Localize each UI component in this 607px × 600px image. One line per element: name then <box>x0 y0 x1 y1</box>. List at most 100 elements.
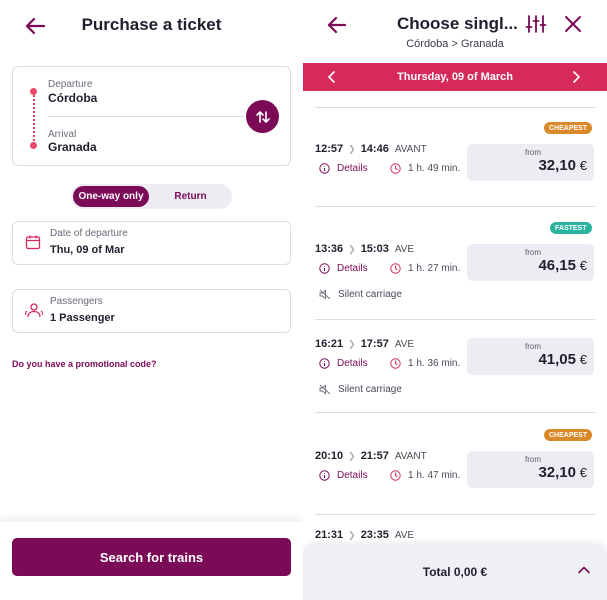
silent-label: Silent carriage <box>338 384 402 395</box>
arrive-time: 23:35 <box>360 529 389 541</box>
purchase-panel: Purchase a ticket Departure Córdoba Arri… <box>0 0 303 600</box>
trip-times: 16:21 ❯ 17:57 AVE <box>315 338 414 350</box>
details-link[interactable]: Details <box>319 470 368 481</box>
arrow-icon: ❯ <box>348 144 356 154</box>
arrow-icon: ❯ <box>348 451 356 461</box>
currency: € <box>579 465 587 480</box>
duration-value: 1 h. 49 min. <box>408 163 461 174</box>
clock-icon <box>390 263 401 274</box>
passengers-icon <box>25 303 43 318</box>
price-button[interactable]: from 32,10 € <box>467 144 594 181</box>
duration-value: 1 h. 47 min. <box>408 470 461 481</box>
duration: 1 h. 27 min. <box>390 263 460 274</box>
arrive-time: 17:57 <box>360 338 389 350</box>
silent-carriage: Silent carriage <box>319 384 402 395</box>
search-trains-button[interactable]: Search for trains <box>12 538 291 576</box>
clock-icon <box>390 163 401 174</box>
depart-time: 13:36 <box>315 243 344 255</box>
train-type: AVANT <box>394 144 427 155</box>
price-button[interactable]: from 41,05 € <box>467 338 594 375</box>
list-divider <box>315 514 595 515</box>
swap-stations-button[interactable] <box>246 100 279 133</box>
price-value: 32,10 <box>538 157 576 174</box>
total-bar[interactable]: Total 0,00 € <box>303 544 607 600</box>
date-value: Thu, 09 of Mar <box>50 244 125 256</box>
depart-time: 20:10 <box>315 450 344 462</box>
trip-times: 13:36 ❯ 15:03 AVE <box>315 243 414 255</box>
details-link[interactable]: Details <box>319 163 368 174</box>
header: Purchase a ticket <box>0 0 303 52</box>
arrow-icon: ❯ <box>348 530 356 540</box>
from-label: from <box>525 248 541 257</box>
close-icon[interactable] <box>563 14 583 34</box>
train-type: AVE <box>394 530 415 541</box>
currency: € <box>579 158 587 173</box>
price-value: 46,15 <box>538 257 576 274</box>
train-type: AVANT <box>394 451 427 462</box>
price-button[interactable]: from 46,15 € <box>467 244 594 281</box>
filter-icon[interactable] <box>525 14 547 34</box>
depart-time: 12:57 <box>315 143 344 155</box>
departure-field[interactable]: Córdoba <box>48 91 97 105</box>
date-of-departure-field[interactable]: Date of departure Thu, 09 of Mar <box>12 221 291 265</box>
details-label: Details <box>337 358 368 369</box>
cheapest-badge: CHEAPEST <box>544 122 593 134</box>
details-link[interactable]: Details <box>319 263 368 274</box>
arrival-field[interactable]: Granada <box>48 140 97 154</box>
currency: € <box>579 258 587 273</box>
results-panel: Choose singl... Córdoba > Granada Thursd… <box>303 0 607 600</box>
info-icon <box>319 470 330 481</box>
depart-time: 16:21 <box>315 338 344 350</box>
passengers-field[interactable]: Passengers 1 Passenger <box>12 289 291 333</box>
duration-value: 1 h. 27 min. <box>408 263 461 274</box>
from-label: from <box>525 148 541 157</box>
chevron-up-icon[interactable] <box>578 565 590 575</box>
departure-dot <box>30 88 37 95</box>
departure-label: Departure <box>48 79 93 90</box>
passengers-value: 1 Passenger <box>50 312 115 324</box>
arrival-dot <box>30 142 37 149</box>
silent-label: Silent carriage <box>338 289 402 300</box>
page-title: Choose singl... <box>397 14 518 33</box>
calendar-icon <box>25 235 41 250</box>
details-label: Details <box>337 470 368 481</box>
back-arrow-icon[interactable] <box>325 14 349 36</box>
fastest-badge: FASTEST <box>550 222 592 234</box>
route-subtitle: Córdoba > Granada <box>406 38 504 50</box>
divider <box>48 116 244 117</box>
date-selector-bar: Thursday, 09 of March <box>303 63 607 91</box>
depart-time: 21:31 <box>315 529 344 541</box>
currency: € <box>579 352 587 367</box>
chevron-right-icon[interactable] <box>571 71 581 83</box>
silent-carriage: Silent carriage <box>319 289 402 300</box>
trip-times: 20:10 ❯ 21:57 AVANT <box>315 450 427 462</box>
return-option[interactable]: Return <box>151 186 230 207</box>
details-label: Details <box>337 263 368 274</box>
info-icon <box>319 263 330 274</box>
selected-date: Thursday, 09 of March <box>397 71 513 83</box>
mute-icon <box>319 289 331 300</box>
duration: 1 h. 49 min. <box>390 163 460 174</box>
arrive-time: 15:03 <box>360 243 389 255</box>
price-value: 41,05 <box>538 351 576 368</box>
promo-code-link[interactable]: Do you have a promotional code? <box>12 359 157 369</box>
details-link[interactable]: Details <box>319 358 368 369</box>
price-button[interactable]: from 32,10 € <box>467 451 594 488</box>
from-label: from <box>525 342 541 351</box>
clock-icon <box>390 358 401 369</box>
train-type: AVE <box>394 244 415 255</box>
list-divider <box>315 412 595 413</box>
list-divider <box>315 107 595 108</box>
list-divider <box>315 206 595 207</box>
total-amount: Total 0,00 € <box>422 565 488 579</box>
page-title: Purchase a ticket <box>81 15 222 34</box>
swap-icon <box>255 110 270 123</box>
arrive-time: 14:46 <box>360 143 389 155</box>
trip-times: 12:57 ❯ 14:46 AVANT <box>315 143 427 155</box>
info-icon <box>319 358 330 369</box>
duration-value: 1 h. 36 min. <box>408 358 461 369</box>
one-way-option[interactable]: One-way only <box>73 186 149 207</box>
list-divider <box>315 319 595 320</box>
passengers-label: Passengers <box>50 296 103 307</box>
clock-icon <box>390 470 401 481</box>
